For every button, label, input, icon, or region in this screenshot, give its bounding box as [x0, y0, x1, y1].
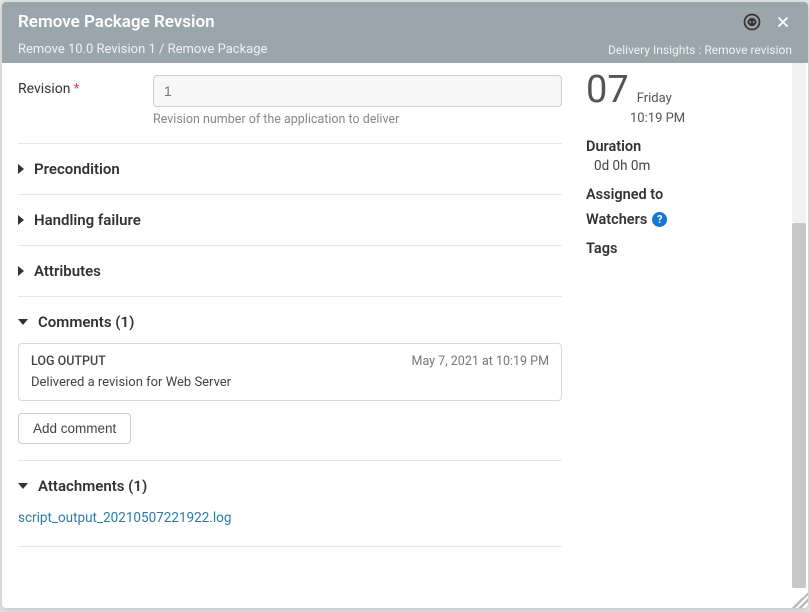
revision-help: Revision number of the application to de…	[153, 112, 562, 127]
attributes-toggle[interactable]: Attributes	[18, 262, 562, 280]
chevron-right-icon	[18, 266, 24, 276]
chevron-down-icon	[18, 483, 28, 489]
weekday-label: Friday	[637, 91, 672, 106]
section-attributes: Attributes	[18, 245, 562, 296]
precondition-toggle[interactable]: Precondition	[18, 160, 562, 178]
revision-row: Revision* Revision number of the applica…	[18, 75, 562, 127]
section-handling-failure: Handling failure	[18, 194, 562, 245]
day-number: 07	[586, 71, 629, 109]
tags-label: Tags	[586, 240, 792, 257]
context-label: Delivery Insights : Remove revision	[608, 43, 792, 57]
comment-text: Delivered a revision for Web Server	[31, 375, 549, 390]
help-icon[interactable]: ?	[652, 212, 667, 227]
dialog: Remove Package Revsion Remove 10.0 Revis…	[2, 2, 808, 608]
attributes-title: Attributes	[34, 262, 101, 280]
close-icon[interactable]	[774, 13, 792, 31]
attachments-title: Attachments (1)	[38, 477, 147, 495]
comment-time: May 7, 2021 at 10:19 PM	[412, 354, 549, 369]
precondition-title: Precondition	[34, 160, 120, 178]
resize-handle[interactable]	[792, 592, 808, 608]
chevron-down-icon	[18, 319, 28, 325]
chevron-right-icon	[18, 164, 24, 174]
side-column: 07 Friday 10:19 PM Duration 0d 0h 0m Ass…	[578, 63, 808, 608]
handling-failure-title: Handling failure	[34, 211, 141, 229]
comments-title: Comments (1)	[38, 313, 134, 331]
copyright-icon[interactable]	[742, 12, 762, 32]
revision-label-text: Revision	[18, 81, 71, 97]
time-label: 10:19 PM	[630, 111, 792, 126]
comment-item: LOG OUTPUT May 7, 2021 at 10:19 PM Deliv…	[18, 343, 562, 401]
revision-input[interactable]	[153, 75, 562, 107]
add-comment-button[interactable]: Add comment	[18, 413, 131, 444]
handling-failure-toggle[interactable]: Handling failure	[18, 211, 562, 229]
duration-value: 0d 0h 0m	[594, 158, 792, 174]
chevron-right-icon	[18, 215, 24, 225]
dialog-title: Remove Package Revsion	[18, 12, 215, 32]
revision-label: Revision*	[18, 75, 153, 97]
duration-label: Duration	[586, 138, 792, 155]
dialog-body: Revision* Revision number of the applica…	[2, 63, 808, 608]
comment-author: LOG OUTPUT	[31, 354, 106, 369]
date-row: 07 Friday	[586, 71, 792, 109]
scrollbar-thumb[interactable]	[792, 223, 806, 588]
required-marker: *	[74, 81, 80, 97]
section-precondition: Precondition	[18, 143, 562, 194]
main-column: Revision* Revision number of the applica…	[2, 63, 578, 608]
comments-toggle[interactable]: Comments (1)	[18, 313, 562, 331]
section-comments: Comments (1) LOG OUTPUT May 7, 2021 at 1…	[18, 296, 562, 460]
section-attachments: Attachments (1) script_output_2021050722…	[18, 460, 562, 547]
breadcrumb: Remove 10.0 Revision 1 / Remove Package	[18, 42, 267, 57]
assigned-to-label: Assigned to	[586, 186, 792, 203]
dialog-header: Remove Package Revsion Remove 10.0 Revis…	[2, 2, 808, 63]
watchers-label: Watchers	[586, 211, 647, 228]
attachments-toggle[interactable]: Attachments (1)	[18, 477, 562, 495]
watchers-row: Watchers ?	[586, 211, 792, 228]
attachment-link[interactable]: script_output_20210507221922.log	[18, 510, 231, 526]
